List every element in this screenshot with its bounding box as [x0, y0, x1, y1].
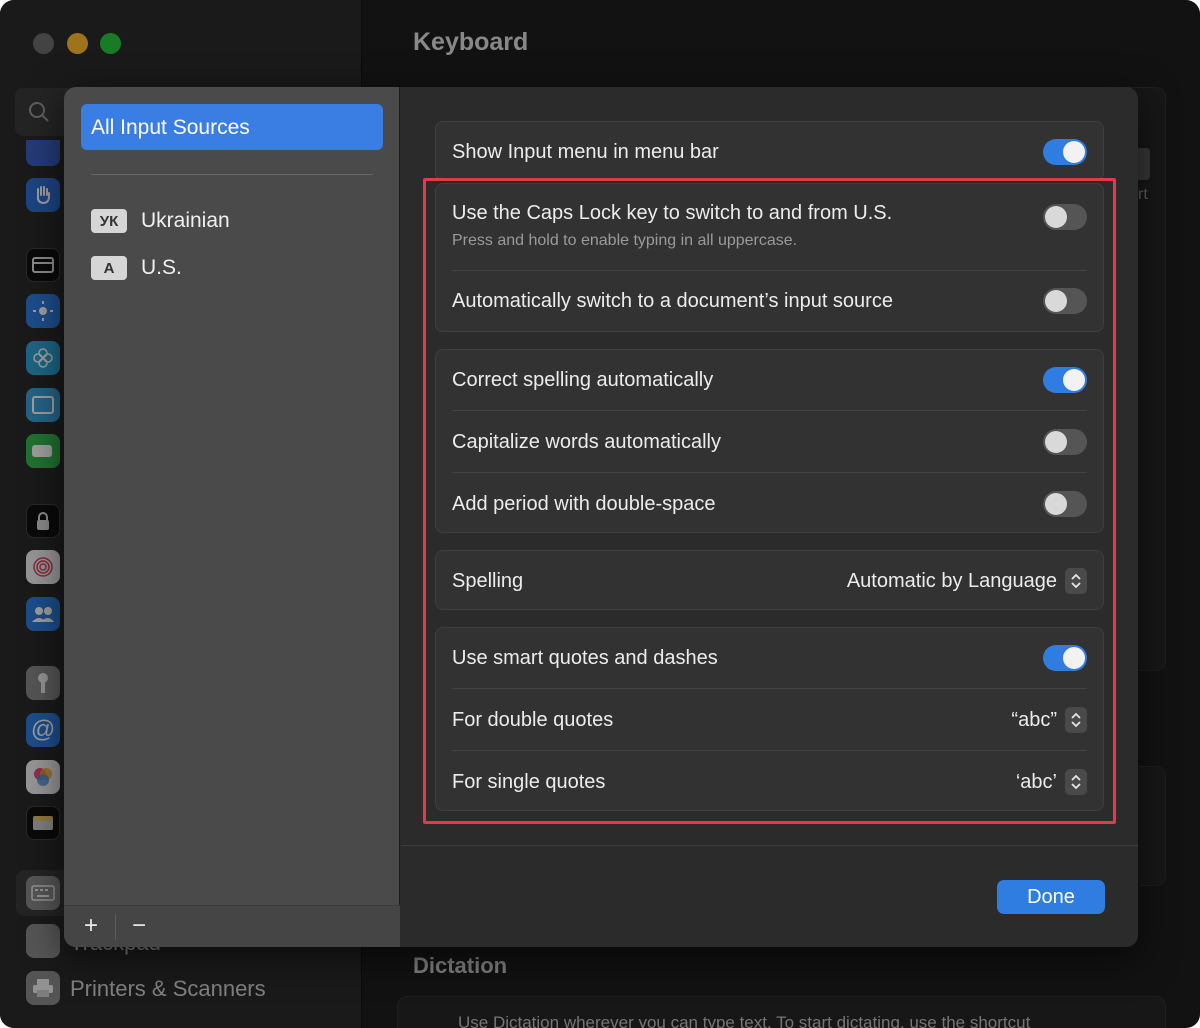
- highlight-box: [423, 178, 1116, 824]
- divider: [401, 845, 1138, 846]
- source-item-ukrainian[interactable]: УК Ukrainian: [91, 206, 230, 236]
- remove-source-button[interactable]: −: [124, 912, 154, 940]
- us-badge-icon: A: [91, 256, 127, 280]
- menu-bar-group: Show Input menu in menu bar: [435, 121, 1104, 181]
- done-button[interactable]: Done: [997, 880, 1105, 914]
- setting-row-show-input-menu: Show Input menu in menu bar: [452, 139, 1087, 165]
- add-source-button[interactable]: +: [76, 912, 106, 940]
- list-toolbar: + −: [64, 905, 400, 947]
- toggle-knob: [1063, 141, 1085, 163]
- source-label: Ukrainian: [141, 209, 230, 232]
- source-label: U.S.: [141, 256, 182, 279]
- setting-label: Show Input menu in menu bar: [452, 141, 719, 163]
- source-item-us[interactable]: A U.S.: [91, 253, 182, 283]
- ukrainian-badge-icon: УК: [91, 209, 127, 233]
- input-sources-list: All Input Sources УК Ukrainian A U.S. + …: [64, 87, 400, 947]
- show-input-menu-toggle[interactable]: [1043, 139, 1087, 165]
- source-item-all[interactable]: All Input Sources: [81, 104, 383, 150]
- system-settings-window: @ Trackpad Printers & Scanners Keyboard …: [0, 0, 1200, 1028]
- divider: [91, 174, 373, 175]
- divider: [115, 914, 116, 940]
